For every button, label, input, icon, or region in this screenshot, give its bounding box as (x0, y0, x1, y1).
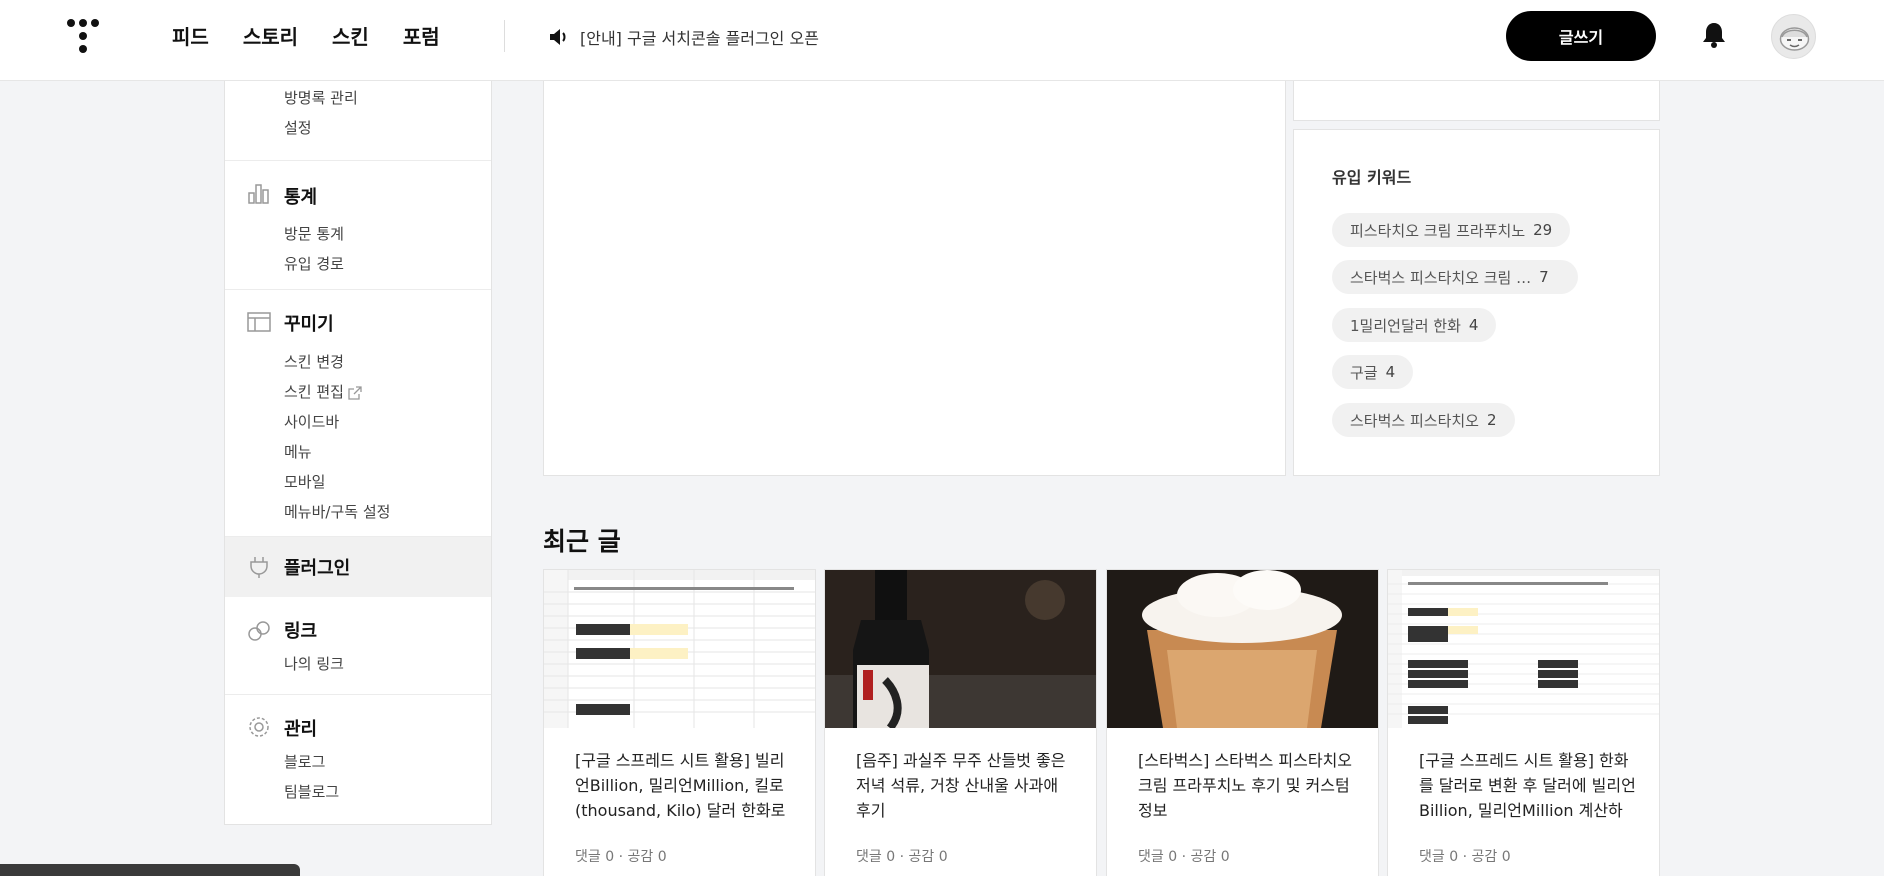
keyword-chip[interactable]: 스타벅스 피스타치오 크림 … 7 (1332, 260, 1578, 294)
sidebar-plugin-section[interactable]: 플러그인 (225, 537, 491, 597)
keyword-label: 1밀리언달러 한화 (1350, 316, 1461, 335)
browser-status-bar (0, 864, 300, 876)
speaker-icon (550, 29, 566, 45)
recent-posts-title: 최근 글 (543, 527, 621, 556)
notice-banner[interactable]: [안내] 구글 서치콘솔 플러그인 오픈 (548, 25, 819, 49)
post-thumbnail (1388, 570, 1659, 728)
header-divider (504, 20, 505, 52)
post-card[interactable]: [스타벅스] 스타벅스 피스타치오 크림 프라푸치노 후기 및 커스텀 정보 댓… (1106, 569, 1379, 876)
sidebar-manage-section: 관리 블로그 팀블로그 (225, 695, 491, 823)
like-count: 공감 0 (1471, 849, 1511, 865)
sidebar-top-section: 방명록 관리 설정 (225, 81, 491, 161)
nav-feed[interactable]: 피드 (172, 21, 209, 50)
keyword-count: 4 (1385, 363, 1396, 381)
post-title[interactable]: [음주] 과실주 무주 산들벗 좋은저녁 석류, 거창 산내울 사과애 후기 (856, 748, 1074, 823)
notice-text: [안내] 구글 서치콘솔 플러그인 오픈 (580, 29, 819, 48)
nav-forum[interactable]: 포럼 (403, 21, 440, 50)
sidebar-stats-title[interactable]: 통계 (284, 183, 317, 209)
sidebar-manage-title[interactable]: 관리 (284, 715, 317, 741)
sidebar-item-blog[interactable]: 블로그 (284, 751, 325, 772)
post-card[interactable]: [음주] 과실주 무주 산들벗 좋은저녁 석류, 거창 산내울 사과애 후기 댓… (824, 569, 1097, 876)
keyword-count: 7 (1539, 268, 1549, 286)
link-icon (248, 621, 270, 641)
spreadsheet-image (544, 570, 815, 728)
keyword-title: 유입 키워드 (1332, 168, 1412, 187)
sidebar-item-referrer[interactable]: 유입 경로 (284, 253, 344, 274)
keyword-chip[interactable]: 구글 4 (1332, 355, 1414, 389)
keyword-chip[interactable]: 스타벅스 피스타치오 2 (1332, 403, 1515, 437)
sidebar-item-guestbook[interactable]: 방명록 관리 (284, 87, 358, 108)
keyword-panel: 유입 키워드 피스타치오 크림 프라푸치노 29 스타벅스 피스타치오 크림 … 7… (1293, 129, 1660, 476)
sidebar-decorate-section: 꾸미기 스킨 변경 스킨 편집 사이드바 메뉴 모바일 메뉴바/구독 설정 (225, 290, 491, 537)
sidebar-item-skin-edit[interactable]: 스킨 편집 (284, 381, 362, 402)
avatar-face-icon (1779, 27, 1810, 51)
bar-chart-icon (248, 184, 269, 204)
sidebar-item-team-blog[interactable]: 팀블로그 (284, 781, 339, 802)
post-card[interactable]: [구글 스프레드 시트 활용] 빌리언Billion, 밀리언Million, … (543, 569, 816, 876)
bell-icon[interactable] (1701, 21, 1727, 49)
keyword-count: 29 (1533, 221, 1553, 239)
post-thumbnail (825, 570, 1096, 728)
avatar[interactable] (1771, 14, 1816, 59)
nav-skin[interactable]: 스킨 (332, 21, 369, 50)
nav-story[interactable]: 스토리 (243, 21, 298, 50)
sidebar-item-skin-change[interactable]: 스킨 변경 (284, 351, 344, 372)
spreadsheet-image (1388, 570, 1659, 728)
gear-icon (249, 717, 269, 737)
keyword-label: 구글 (1350, 363, 1378, 382)
layout-icon (247, 312, 271, 332)
top-bar: 피드 스토리 스킨 포럼 [안내] 구글 서치콘솔 플러그인 오픈 글쓰기 (0, 0, 1884, 81)
sidebar-decorate-title[interactable]: 꾸미기 (284, 310, 334, 336)
sidebar-plugin-title: 플러그인 (284, 558, 351, 579)
post-thumbnail (1107, 570, 1378, 728)
keyword-chip[interactable]: 1밀리언달러 한화 4 (1332, 308, 1497, 342)
external-link-icon (348, 385, 362, 400)
comment-count: 댓글 0 (1419, 849, 1459, 865)
comment-count: 댓글 0 (575, 849, 615, 865)
sidebar-item-my-link[interactable]: 나의 링크 (284, 653, 344, 674)
chart-panel (543, 81, 1286, 476)
keyword-label: 스타벅스 피스타치오 크림 … (1350, 268, 1532, 287)
tistory-logo-icon[interactable] (66, 18, 100, 54)
keyword-label: 피스타치오 크림 프라푸치노 (1350, 221, 1526, 240)
sidebar-item-sidebar[interactable]: 사이드바 (284, 411, 339, 432)
skin-edit-label: 스킨 편집 (284, 383, 344, 401)
like-count: 공감 0 (908, 849, 948, 865)
write-button[interactable]: 글쓰기 (1506, 11, 1656, 61)
comment-count: 댓글 0 (856, 849, 896, 865)
frappuccino-photo (1107, 570, 1378, 728)
sidebar-stats-section: 통계 방문 통계 유입 경로 (225, 161, 491, 290)
post-meta: 댓글 0 · 공감 0 (856, 849, 948, 865)
sidebar: 방명록 관리 설정 통계 방문 통계 유입 경로 꾸미기 스킨 변경 스킨 편집… (224, 81, 492, 825)
post-title[interactable]: [구글 스프레드 시트 활용] 한화를 달러로 변환 후 달러에 빌리언Bill… (1419, 748, 1637, 823)
sidebar-item-menubar[interactable]: 메뉴바/구독 설정 (284, 501, 390, 522)
like-count: 공감 0 (627, 849, 667, 865)
post-meta: 댓글 0 · 공감 0 (575, 849, 667, 865)
plug-icon (250, 557, 268, 578)
post-title[interactable]: [스타벅스] 스타벅스 피스타치오 크림 프라푸치노 후기 및 커스텀 정보 (1138, 748, 1356, 823)
comment-count: 댓글 0 (1138, 849, 1178, 865)
sidebar-item-visit-stats[interactable]: 방문 통계 (284, 223, 344, 244)
post-meta: 댓글 0 · 공감 0 (1138, 849, 1230, 865)
sidebar-item-settings[interactable]: 설정 (284, 117, 312, 138)
sidebar-item-mobile[interactable]: 모바일 (284, 471, 325, 492)
keyword-label: 스타벅스 피스타치오 (1350, 411, 1479, 430)
post-meta: 댓글 0 · 공감 0 (1419, 849, 1511, 865)
keyword-count: 4 (1468, 316, 1479, 334)
post-thumbnail (544, 570, 815, 728)
keyword-count: 2 (1486, 411, 1497, 429)
post-title[interactable]: [구글 스프레드 시트 활용] 빌리언Billion, 밀리언Million, … (575, 748, 793, 823)
like-count: 공감 0 (1190, 849, 1230, 865)
main-nav: 피드 스토리 스킨 포럼 (172, 21, 440, 50)
sidebar-link-title[interactable]: 링크 (284, 617, 317, 643)
sidebar-link-section: 링크 나의 링크 (225, 597, 491, 695)
sidebar-item-menu[interactable]: 메뉴 (284, 441, 312, 462)
referrer-panel-bottom (1293, 81, 1660, 121)
bottle-photo (825, 570, 1096, 728)
post-card[interactable]: [구글 스프레드 시트 활용] 한화를 달러로 변환 후 달러에 빌리언Bill… (1387, 569, 1660, 876)
keyword-chip[interactable]: 피스타치오 크림 프라푸치노 29 (1332, 213, 1571, 247)
